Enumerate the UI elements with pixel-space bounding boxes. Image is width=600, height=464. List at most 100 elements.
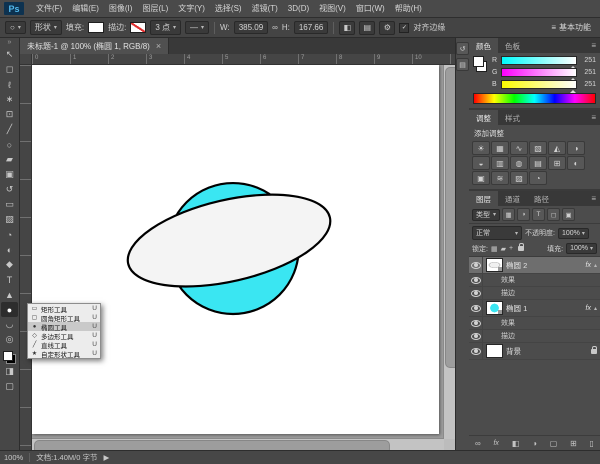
document-tab[interactable]: 未标题-1 @ 100% (椭圆 1, RGB/8) × (20, 38, 169, 54)
healing-brush-tool[interactable]: ○ (1, 137, 18, 152)
adjustment-icon[interactable]: ◒ (472, 156, 490, 170)
layer-style-button[interactable]: fx (493, 440, 498, 447)
shape-width-input[interactable]: 385.09 (234, 21, 268, 34)
properties-panel-button[interactable]: ▤ (456, 58, 469, 71)
tab-styles[interactable]: 样式 (498, 110, 527, 125)
effects-label[interactable]: 效果 (501, 275, 515, 285)
status-options-arrow[interactable]: ▶ (103, 453, 109, 462)
layer-fx-badge[interactable]: fx (586, 262, 591, 269)
visibility-toggle[interactable] (469, 274, 483, 286)
layer-fx-badge[interactable]: fx (586, 305, 591, 312)
visibility-toggle[interactable] (469, 300, 483, 316)
workspace-switcher[interactable]: ≡ 基本功能 (547, 21, 595, 34)
blur-tool[interactable]: ◔ (1, 227, 18, 242)
layer-thumbnail[interactable] (486, 258, 503, 272)
adjustment-icon[interactable]: ▦ (491, 141, 509, 155)
green-channel-value[interactable]: 251 (580, 69, 596, 76)
stroke-effect-label[interactable]: 描边 (501, 288, 515, 298)
tab-channels[interactable]: 通道 (498, 191, 527, 206)
tool-mode-select[interactable]: 形状 ▾ (30, 20, 62, 35)
stroke-width-field[interactable]: 3 点 ▾ (150, 20, 181, 35)
stroke-swatch[interactable] (130, 22, 146, 33)
new-adjustment-layer-button[interactable]: ◑ (532, 439, 537, 448)
dodge-tool[interactable]: ◐ (1, 242, 18, 257)
lasso-tool[interactable]: ℓ (1, 77, 18, 92)
quick-mask-button[interactable]: ◨ (1, 364, 18, 379)
menu-file[interactable]: 文件(F) (31, 1, 67, 16)
history-brush-tool[interactable]: ↺ (1, 182, 18, 197)
type-tool[interactable]: T (1, 272, 18, 287)
tab-layers[interactable]: 图层 (469, 191, 498, 206)
menu-help[interactable]: 帮助(H) (390, 1, 427, 16)
adjustment-icon[interactable]: ▣ (472, 171, 490, 185)
menu-layer[interactable]: 图层(L) (137, 1, 173, 16)
adjustment-icon[interactable]: ◑ (567, 141, 585, 155)
shape-height-input[interactable]: 167.66 (294, 21, 328, 34)
filter-shape-layers-button[interactable]: ◻ (547, 208, 560, 221)
eraser-tool[interactable]: ▭ (1, 197, 18, 212)
layer-row-background[interactable]: 背景 (469, 343, 600, 360)
new-group-button[interactable]: ▢ (550, 439, 558, 448)
collapse-effects-icon[interactable]: ▴ (594, 305, 597, 312)
filter-pixel-layers-button[interactable]: ▦ (502, 208, 515, 221)
close-icon[interactable]: × (156, 41, 161, 51)
green-channel-slider[interactable] (501, 68, 577, 77)
adjustment-icon[interactable]: ◭ (548, 141, 566, 155)
menu-image[interactable]: 图像(I) (104, 1, 138, 16)
horizontal-scrollbar-thumb[interactable] (34, 440, 390, 450)
add-layer-mask-button[interactable]: ◧ (512, 439, 520, 448)
adjustment-icon[interactable]: ▨ (510, 171, 528, 185)
brush-tool[interactable]: ▰ (1, 152, 18, 167)
adjustment-icon[interactable]: ◍ (510, 156, 528, 170)
link-dimensions-icon[interactable]: ∞ (272, 23, 278, 32)
layer-row-ellipse-1[interactable]: 椭圆 1 fx ▴ (469, 300, 600, 317)
vertical-scrollbar[interactable] (443, 65, 455, 439)
effects-label[interactable]: 效果 (501, 318, 515, 328)
blue-channel-value[interactable]: 251 (580, 81, 596, 88)
clone-stamp-tool[interactable]: ▣ (1, 167, 18, 182)
fill-swatch[interactable] (88, 22, 104, 33)
stroke-type-select[interactable]: — ▾ (185, 21, 209, 34)
menu-filter[interactable]: 滤镜(T) (247, 1, 283, 16)
quick-selection-tool[interactable]: ∗ (1, 92, 18, 107)
filter-adjustment-layers-button[interactable]: ◑ (517, 208, 530, 221)
stroke-effect-row[interactable]: 描边 (469, 287, 600, 300)
horizontal-scrollbar[interactable] (32, 438, 444, 450)
path-operations-button[interactable]: ◧ (339, 21, 355, 35)
filter-type-layers-button[interactable]: T (532, 208, 545, 221)
visibility-toggle[interactable] (469, 287, 483, 299)
link-layers-button[interactable]: ∞ (475, 439, 481, 448)
layer-thumbnail[interactable] (486, 301, 503, 315)
red-channel-slider[interactable] (501, 56, 577, 65)
adjustment-icon[interactable]: ▥ (491, 156, 509, 170)
visibility-toggle[interactable] (469, 257, 483, 273)
panel-color-swatches[interactable] (473, 56, 487, 72)
menu-type[interactable]: 文字(Y) (173, 1, 210, 16)
opacity-input[interactable]: 100% ▾ (558, 228, 589, 239)
lock-all-icon[interactable] (518, 246, 524, 251)
blend-mode-select[interactable]: 正常 ▾ (472, 226, 522, 240)
move-tool[interactable]: ↖ (1, 47, 18, 62)
lock-position-icon[interactable]: + (509, 245, 513, 252)
new-layer-button[interactable]: ⊞ (570, 439, 577, 448)
adjustment-icon[interactable]: ∿ (510, 141, 528, 155)
adjustment-icon[interactable]: ☀ (472, 141, 490, 155)
ellipse-tool[interactable]: ● (1, 302, 18, 317)
layer-filter-select[interactable]: 类型 ▾ (472, 209, 500, 221)
foreground-color-swatch[interactable] (3, 351, 13, 361)
effects-row[interactable]: 效果 (469, 274, 600, 287)
delete-layer-button[interactable]: ▯ (590, 439, 594, 448)
layer-thumbnail[interactable] (486, 344, 503, 358)
collapse-toolbar-button[interactable]: » (8, 39, 12, 47)
adjustment-icon[interactable]: ▤ (529, 156, 547, 170)
vertical-scrollbar-thumb[interactable] (445, 67, 455, 368)
path-arrangement-button[interactable]: ⚙ (379, 21, 395, 35)
menu-view[interactable]: 视图(V) (314, 1, 351, 16)
pen-tool[interactable]: ◆ (1, 257, 18, 272)
zoom-tool[interactable]: ◎ (1, 332, 18, 347)
blue-channel-slider[interactable] (501, 80, 577, 89)
align-edges-checkbox[interactable]: ✓ (399, 23, 409, 33)
menu-window[interactable]: 窗口(W) (351, 1, 390, 16)
path-selection-tool[interactable]: ▲ (1, 287, 18, 302)
filter-smart-objects-button[interactable]: ▣ (562, 208, 575, 221)
